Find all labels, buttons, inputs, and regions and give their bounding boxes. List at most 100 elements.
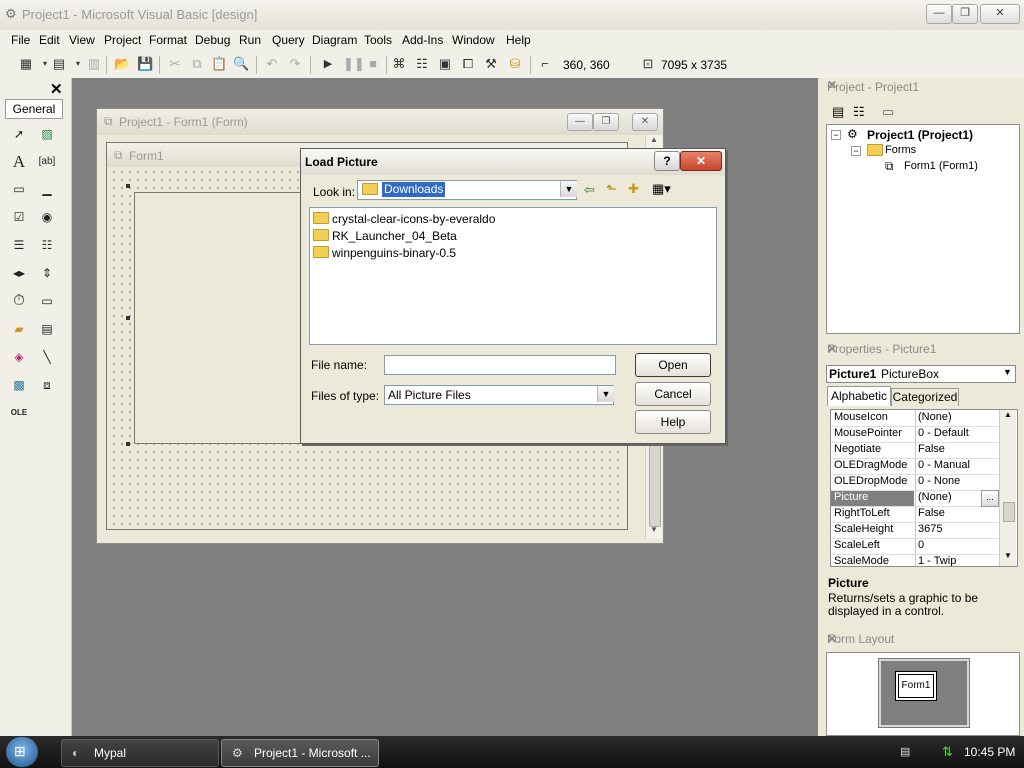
sizing-handle[interactable] [126,184,130,188]
drivelistbox-icon[interactable]: ▭ [36,291,58,311]
help-button[interactable]: Help [635,410,711,434]
picturebox-icon[interactable]: ▨ [36,124,58,144]
property-row[interactable]: OLEDragMode 0 - Manual [831,458,999,475]
list-item[interactable]: winpenguins-binary-0.5 [313,246,456,260]
task-mypal[interactable]: ◐ Mypal [61,739,219,767]
end-icon[interactable]: ■ [365,56,381,72]
commandbutton-icon[interactable]: ▁ [36,179,58,199]
close-button[interactable]: ✕ [980,4,1020,24]
tree-collapse-icon[interactable]: − [851,146,861,156]
break-icon[interactable]: ❚❚ [343,56,365,72]
property-row[interactable]: Picture (None)... [831,490,999,507]
undo-icon[interactable]: ↶ [264,56,280,72]
property-row[interactable]: ScaleLeft 0 [831,538,999,555]
project-panel-close-icon[interactable]: ✕ [827,78,1016,92]
form-window-minimize-button[interactable]: — [567,113,593,131]
ole-icon[interactable]: OLE [8,403,30,423]
property-value[interactable]: 0 - Manual [918,459,970,471]
property-value[interactable]: 0 - Default [918,427,969,439]
file-list[interactable]: crystal-clear-icons-by-everaldo RK_Launc… [309,207,717,345]
property-row[interactable]: OLEDropMode 0 - None [831,474,999,491]
combobox-icon[interactable]: ☰ [8,235,30,255]
form-window-restore-button[interactable]: ❐ [593,113,619,131]
cancel-button[interactable]: Cancel [635,382,711,406]
form-window-close-button[interactable]: ✕ [632,113,658,131]
properties-window-icon[interactable]: ☷ [414,56,430,72]
form-layout-close-icon[interactable]: ✕ [827,632,1016,646]
properties-panel-close-icon[interactable]: ✕ [827,342,1016,356]
dialog-close-icon[interactable]: ✕ [680,151,722,171]
property-value[interactable]: 1 - Twip [918,555,956,566]
menu-editor-icon[interactable]: ▥ [86,56,102,72]
menu-project[interactable]: Project [104,33,141,47]
tree-folder-label[interactable]: Forms [885,144,916,156]
property-row[interactable]: RightToLeft False [831,506,999,523]
tree-collapse-icon[interactable]: − [831,130,841,140]
task-vb-project[interactable]: ⚙ Project1 - Microsoft ... [221,739,379,767]
copy-icon[interactable]: ⧉ [189,56,205,72]
add-form-icon[interactable]: ▤ [51,56,67,72]
form-layout-icon[interactable]: ▣ [437,56,453,72]
hscrollbar-icon[interactable]: ◂▸ [8,263,30,283]
project-tree[interactable]: − ⚙ Project1 (Project1) − Forms ⧉ Form1 … [826,124,1020,334]
property-row[interactable]: ScaleMode 1 - Twip [831,554,999,566]
property-value[interactable]: 0 - None [918,475,960,487]
file-name-input[interactable] [384,355,616,375]
cut-icon[interactable]: ✂ [167,56,183,72]
menu-format[interactable]: Format [149,33,187,47]
picture-browse-button[interactable]: ... [981,490,999,507]
property-value[interactable]: False [918,507,945,519]
checkbox-icon[interactable]: ☑ [8,207,30,227]
property-value[interactable]: (None) [918,491,952,503]
files-of-type-combo[interactable]: All Picture Files ▼ [384,385,614,405]
tab-alphabetic[interactable]: Alphabetic [827,386,891,406]
property-row[interactable]: ScaleHeight 3675 [831,522,999,539]
up-folder-icon[interactable]: ⬑ [606,181,617,197]
menu-file[interactable]: File [11,33,30,47]
property-value[interactable]: 3675 [918,523,942,535]
find-icon[interactable]: 🔍 [233,56,249,72]
vscrollbar-icon[interactable]: ⇕ [36,263,58,283]
scroll-down-icon[interactable]: ▼ [1000,551,1016,565]
dirlistbox-icon[interactable]: ▰ [8,319,30,339]
tree-root-label[interactable]: Project1 (Project1) [867,128,973,142]
view-object-icon[interactable]: ☷ [853,104,865,120]
filelistbox-icon[interactable]: ▤ [36,319,58,339]
shape-icon[interactable]: ◈ [8,347,30,367]
network-tray-icon[interactable]: ⇅ [942,744,953,760]
property-row[interactable]: MouseIcon (None) [831,410,999,427]
open-project-icon[interactable]: 📂 [114,56,130,72]
scroll-down-icon[interactable]: ▼ [646,525,662,539]
toggle-folders-icon[interactable]: ▭ [882,104,894,120]
menu-view[interactable]: View [69,33,95,47]
pointer-icon[interactable]: ➚ [8,124,30,144]
menu-debug[interactable]: Debug [195,33,230,47]
clock[interactable]: 10:45 PM [964,745,1015,759]
menu-help[interactable]: Help [506,33,531,47]
property-grid[interactable]: MouseIcon (None) MousePointer 0 - Default Ne… [830,409,1018,567]
menu-query[interactable]: Query [272,33,305,47]
list-item[interactable]: crystal-clear-icons-by-everaldo [313,212,495,226]
menu-diagram[interactable]: Diagram [312,33,357,47]
data-icon[interactable]: ⧈ [36,375,58,395]
property-value[interactable]: (None) [918,411,952,423]
form-layout-form[interactable]: Form1 [895,671,937,701]
look-in-dropdown-icon[interactable]: ▼ [560,181,577,197]
project-explorer-icon[interactable]: ⌘ [391,56,407,72]
sizing-handle[interactable] [126,316,130,320]
toolbox-tab-general[interactable]: General [5,99,63,119]
scroll-up-icon[interactable]: ▲ [1000,410,1016,424]
listbox-icon[interactable]: ☷ [36,235,58,255]
tab-categorized[interactable]: Categorized [891,388,959,406]
property-row[interactable]: Negotiate False [831,442,999,459]
property-grid-scrollbar[interactable]: ▲ ▼ [999,410,1016,566]
maximize-button[interactable]: ❐ [952,4,978,24]
files-of-type-dropdown-icon[interactable]: ▼ [597,386,614,402]
property-value[interactable]: 0 [918,539,924,551]
start-button[interactable]: ⊞ [6,737,38,767]
line-icon[interactable]: ╲ [36,347,58,367]
redo-icon[interactable]: ↷ [287,56,303,72]
object-selector-dropdown-icon[interactable]: ▼ [1003,367,1012,377]
property-value[interactable]: False [918,443,945,455]
scroll-thumb[interactable] [1003,502,1015,522]
